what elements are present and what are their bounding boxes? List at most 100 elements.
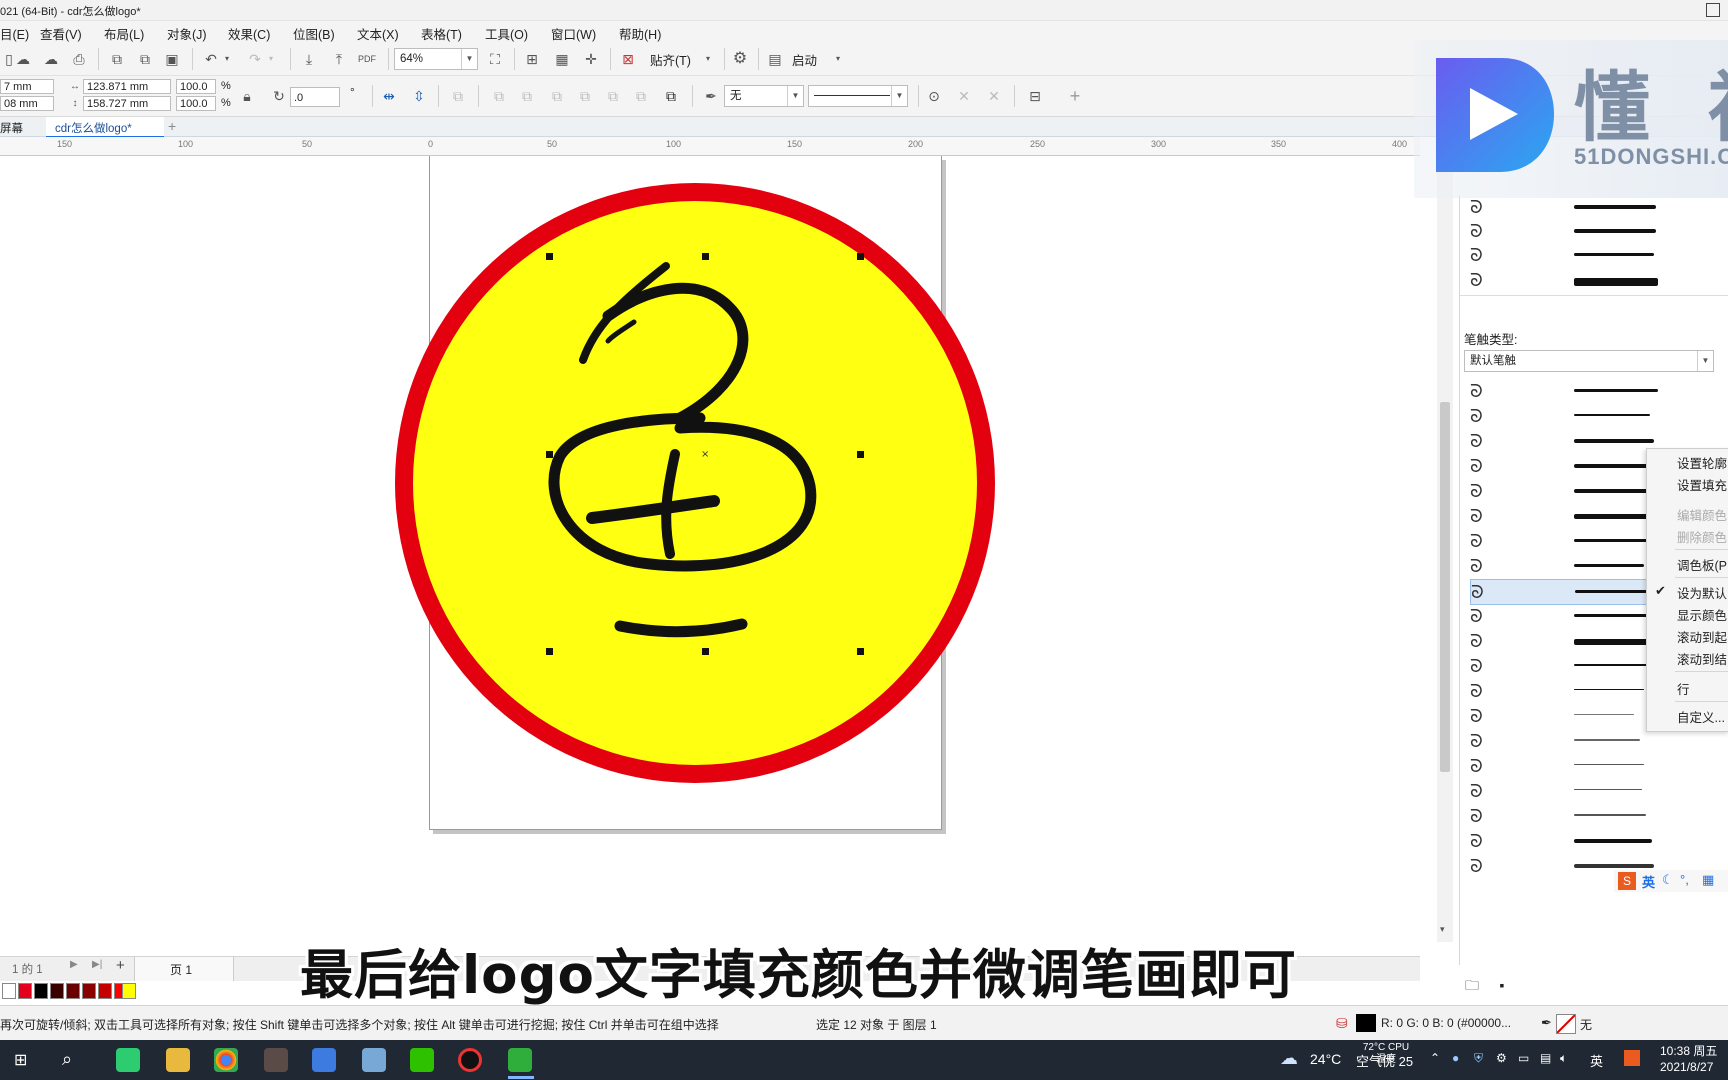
tray-gear-icon[interactable]: ⚙: [1496, 1051, 1507, 1065]
pen-nib-icon[interactable]: ✒: [702, 87, 720, 105]
rotate-icon[interactable]: ↻: [270, 87, 288, 105]
open-folder-icon[interactable]: 🗀: [1463, 976, 1481, 994]
brush-preset-row[interactable]: ᘐ: [1470, 219, 1710, 243]
search-icon[interactable]: ⌕: [62, 1049, 72, 1070]
color-swatch[interactable]: [34, 983, 48, 999]
tab-welcome[interactable]: 屏幕: [0, 120, 23, 136]
next-page-icon[interactable]: ▶: [70, 959, 78, 970]
snap-off-icon[interactable]: ⊠: [619, 50, 637, 68]
outline-width-dropdown[interactable]: 无 ▼: [724, 85, 804, 107]
brush-preset-row[interactable]: ᘐ: [1470, 268, 1710, 292]
screen-recorder-icon[interactable]: [458, 1048, 482, 1072]
menu-bitmap[interactable]: 位图(B): [293, 24, 335, 43]
zoom-level-dropdown[interactable]: 64% ▼: [394, 48, 478, 70]
cloud-weather-icon[interactable]: ☁: [1280, 1048, 1298, 1069]
brush-preset-row[interactable]: ᘐ: [1470, 804, 1710, 828]
add-page-icon[interactable]: +: [116, 957, 125, 974]
copy-icon[interactable]: ⧉: [136, 50, 154, 68]
mirror-horizontal-icon[interactable]: ⇹: [380, 87, 398, 105]
object-width-field[interactable]: 123.871 mm: [83, 79, 171, 94]
browser-360-icon[interactable]: [116, 1048, 140, 1072]
ime-lang-label[interactable]: 英: [1642, 872, 1655, 891]
simplify-icon[interactable]: ⧉: [576, 87, 594, 105]
last-page-icon[interactable]: ▶|: [92, 959, 102, 970]
snap-dropdown-icon[interactable]: ▾: [699, 50, 717, 68]
menu-table[interactable]: 表格(T): [421, 24, 462, 43]
brush-preset-row[interactable]: ᘐ: [1470, 829, 1710, 853]
no-outline-swatch[interactable]: [1556, 1014, 1576, 1034]
launch-menu[interactable]: 启动: [792, 50, 817, 69]
combine-icon[interactable]: ✕: [985, 87, 1003, 105]
cloud-upload-icon[interactable]: ☁: [14, 50, 32, 68]
brush-preset-row[interactable]: ᘐ: [1470, 754, 1710, 778]
menu-window[interactable]: 窗口(W): [551, 24, 596, 43]
trim-icon[interactable]: ⧉: [518, 87, 536, 105]
options-gear-icon[interactable]: ⚙: [731, 50, 749, 68]
menu-customize[interactable]: 自定义...: [1677, 707, 1725, 726]
selection-handle[interactable]: [857, 253, 864, 260]
feather-app-icon[interactable]: [312, 1048, 336, 1072]
scale-x-field[interactable]: 100.0: [176, 79, 216, 94]
x-position-field[interactable]: 7 mm: [0, 79, 54, 94]
rotation-angle-field[interactable]: .0: [290, 87, 340, 107]
tray-app-icon[interactable]: ●: [1452, 1051, 1459, 1065]
selection-handle[interactable]: [857, 648, 864, 655]
cut-icon[interactable]: ⧉: [108, 50, 126, 68]
menu-rows[interactable]: 行: [1677, 679, 1690, 698]
line-style-dropdown[interactable]: ▼: [808, 85, 908, 107]
selection-handle[interactable]: [702, 648, 709, 655]
menu-palette[interactable]: 调色板(P: [1677, 555, 1727, 574]
drawing-canvas[interactable]: ×: [0, 156, 1420, 942]
menu-layout[interactable]: 布局(L): [104, 24, 144, 43]
menu-object[interactable]: 对象(J): [167, 24, 207, 43]
back-minus-front-icon[interactable]: ⧉: [632, 87, 650, 105]
guidelines-icon[interactable]: ✛: [582, 50, 600, 68]
color-swatch[interactable]: [82, 983, 96, 999]
launch-dropdown-icon[interactable]: ▾: [829, 50, 847, 68]
color-swatch[interactable]: [122, 983, 136, 999]
scroll-down-icon[interactable]: ▾: [1440, 924, 1445, 935]
brush-preset-row[interactable]: ᘐ: [1470, 243, 1710, 267]
shield-icon[interactable]: ⛨: [1474, 1051, 1483, 1066]
lock-ratio-icon[interactable]: 🔒︎: [238, 87, 256, 105]
volume-icon[interactable]: 🔈︎: [1560, 1051, 1567, 1066]
selection-handle[interactable]: [702, 253, 709, 260]
print-icon[interactable]: ⎙: [70, 50, 88, 68]
selection-handle[interactable]: [546, 451, 553, 458]
network-icon[interactable]: ▤: [1540, 1051, 1551, 1065]
punctuation-icon[interactable]: °,: [1680, 872, 1689, 887]
menu-show-color[interactable]: 显示颜色: [1677, 605, 1727, 624]
front-minus-back-icon[interactable]: ⧉: [604, 87, 622, 105]
selection-handle[interactable]: [546, 648, 553, 655]
brush-preset-row[interactable]: ᘐ: [1470, 779, 1710, 803]
menu-help[interactable]: 帮助(H): [619, 24, 661, 43]
menu-delete-color[interactable]: 删除颜色: [1677, 527, 1727, 546]
scale-y-field[interactable]: 100.0: [176, 96, 216, 111]
wechat-icon[interactable]: [410, 1048, 434, 1072]
break-apart-icon[interactable]: ✕: [955, 87, 973, 105]
menu-set-default[interactable]: 设为默认: [1677, 583, 1727, 602]
add-icon[interactable]: +: [1066, 87, 1084, 105]
brush-preset-row[interactable]: ᘐ: [1470, 729, 1710, 753]
weather-temp[interactable]: 24°C: [1310, 1051, 1341, 1067]
chrome-icon[interactable]: [214, 1048, 238, 1072]
menu-set-outline[interactable]: 设置轮廓: [1677, 453, 1727, 472]
convert-to-curves-icon[interactable]: ⊙: [925, 87, 943, 105]
menu-set-fill[interactable]: 设置填充: [1677, 475, 1727, 494]
menu-effects[interactable]: 效果(C): [228, 24, 270, 43]
y-position-field[interactable]: 08 mm: [0, 96, 54, 111]
boundary-icon[interactable]: ⧉: [662, 87, 680, 105]
undo-dropdown-icon[interactable]: ▾: [218, 50, 236, 68]
save-brush-icon[interactable]: ▪: [1493, 976, 1511, 994]
weld-icon[interactable]: ⧉: [490, 87, 508, 105]
selection-handle[interactable]: [546, 253, 553, 260]
menu-view[interactable]: 查看(V): [40, 24, 82, 43]
full-screen-icon[interactable]: ⛶: [486, 50, 504, 68]
scrollbar-thumb[interactable]: [1440, 402, 1450, 772]
outline-pen-icon[interactable]: ✒: [1541, 1015, 1552, 1031]
fill-color-swatch[interactable]: [1356, 1014, 1376, 1032]
rulers-icon[interactable]: ⊞: [523, 50, 541, 68]
cpu-temp[interactable]: 72°C CPU温度: [1360, 1042, 1412, 1066]
tray-expand-icon[interactable]: ⌃: [1430, 1051, 1440, 1065]
object-height-field[interactable]: 158.727 mm: [83, 96, 171, 111]
